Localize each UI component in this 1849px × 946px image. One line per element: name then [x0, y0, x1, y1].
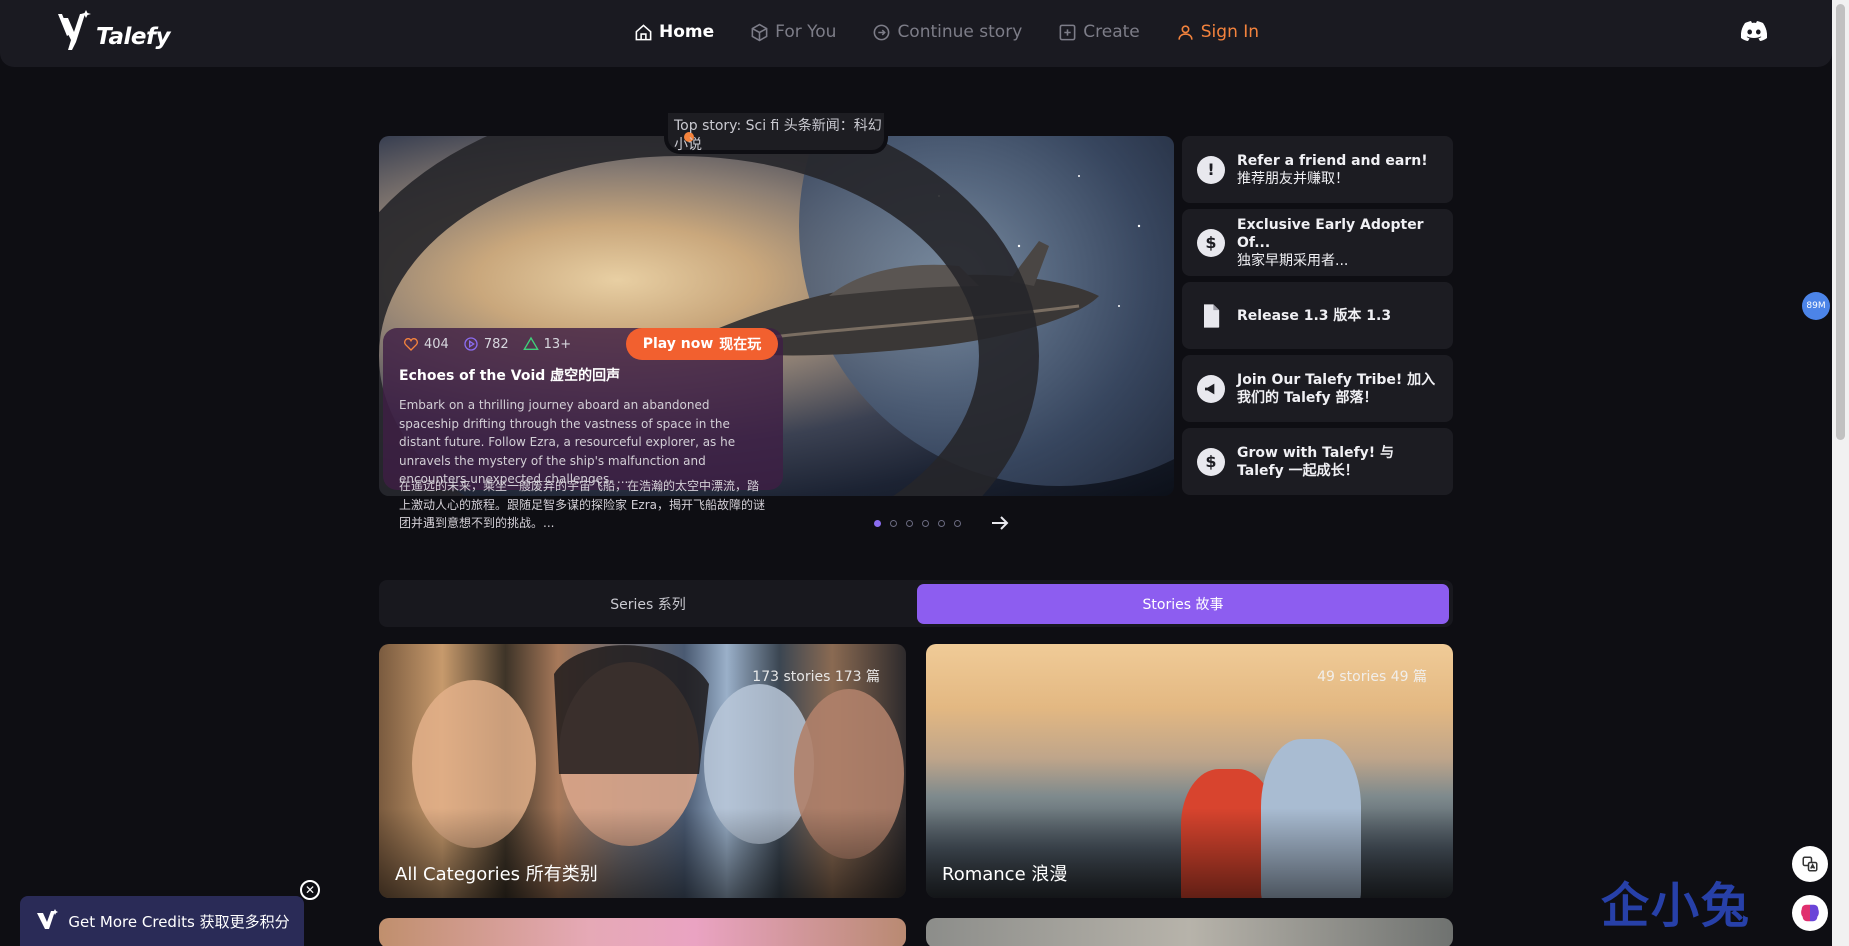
category-card-all[interactable]: 173 stories 173 篇 All Categories 所有类别: [379, 644, 906, 898]
likes-stat: 404: [403, 336, 449, 352]
scrollbar-thumb[interactable]: [1836, 4, 1845, 440]
heart-icon: [404, 337, 418, 351]
carousel-dot-3[interactable]: [906, 520, 913, 527]
tab-series[interactable]: Series 系列: [383, 584, 913, 624]
announcement-text: Grow with Talefy! 与 Talefy 一起成长！: [1237, 444, 1437, 480]
announcement-text: Release 1.3 版本 1.3: [1237, 307, 1437, 325]
close-icon[interactable]: ✕: [300, 880, 320, 900]
plays-stat: 782: [463, 336, 509, 352]
announcement-early-adopter[interactable]: $ Exclusive Early Adopter Of... 独家早期采用者.…: [1182, 209, 1453, 276]
announcements-list: ! Refer a friend and earn! 推荐朋友并赚取！ $ Ex…: [1182, 136, 1453, 501]
plus-square-icon: [1059, 24, 1076, 40]
nav-continue-story[interactable]: Continue story: [872, 22, 1022, 42]
announcement-text: Join Our Talefy Tribe! 加入我们的 Talefy 部落！: [1237, 371, 1437, 407]
nav-sign-in[interactable]: Sign In: [1176, 22, 1259, 42]
card-story-count: 173 stories 173 篇: [752, 669, 880, 685]
box-icon: [751, 23, 768, 41]
rating-stat: 13+: [522, 336, 572, 352]
nav-create-label: Create: [1083, 22, 1140, 42]
main-nav: Home For You Continue story Create Sign …: [634, 0, 1259, 64]
play-now-label: Play now: [642, 336, 714, 352]
nav-home[interactable]: Home: [634, 22, 714, 42]
watermark-text: 企小兔: [1601, 878, 1752, 934]
nav-create[interactable]: Create: [1058, 22, 1140, 42]
arrow-circle-icon: [874, 24, 890, 40]
category-card-partial[interactable]: [379, 918, 906, 946]
carousel-dot-1[interactable]: [874, 520, 881, 527]
announcement-text: Refer a friend and earn! 推荐朋友并赚取！: [1237, 152, 1437, 188]
play-now-button[interactable]: Play now 现在玩: [626, 328, 778, 360]
sparkle-logo-icon: [37, 909, 59, 929]
announcement-title: Release 1.3 版本 1.3: [1237, 307, 1392, 324]
content-tabs: Series 系列 Stories 故事: [379, 580, 1453, 627]
announcement-title: Join Our Talefy Tribe! 加入我们的 Talefy 部落！: [1237, 371, 1436, 406]
page-scrollbar[interactable]: [1832, 0, 1849, 946]
play-now-label-cn: 现在玩: [719, 337, 762, 353]
carousel-dots: [874, 520, 961, 527]
carousel-dot-4[interactable]: [922, 520, 929, 527]
card-category-name: Romance 浪漫: [942, 864, 1068, 885]
likes-count: 404: [424, 336, 449, 352]
translate-icon[interactable]: [1792, 846, 1828, 882]
carousel-dot-5[interactable]: [938, 520, 945, 527]
brain-icon[interactable]: [1792, 895, 1828, 931]
nav-continue-label: Continue story: [897, 22, 1023, 42]
age-rating: 13+: [543, 336, 572, 352]
home-icon: [635, 23, 652, 40]
announcement-text: Exclusive Early Adopter Of... 独家早期采用者...: [1237, 216, 1437, 270]
nav-for-you[interactable]: For You: [750, 22, 836, 42]
nav-home-label: Home: [659, 22, 715, 42]
announcement-title: Exclusive Early Adopter Of...: [1237, 216, 1424, 251]
play-circle-icon: [464, 337, 478, 351]
carousel-dot-2[interactable]: [890, 520, 897, 527]
story-title[interactable]: Echoes of the Void 虚空的回声: [399, 365, 620, 385]
story-description-cn: 在遥远的未来，乘坐一艘废弃的宇宙飞船，在浩瀚的太空中漂流，踏上激动人心的旅程。跟…: [399, 479, 765, 530]
category-card-partial[interactable]: [926, 918, 1453, 946]
carousel-dot-6[interactable]: [954, 520, 961, 527]
dollar-badge-icon: $: [1197, 228, 1225, 257]
nav-for-you-label: For You: [775, 22, 837, 42]
nav-sign-in-label: Sign In: [1200, 22, 1260, 42]
talefy-logo-icon: [58, 10, 91, 50]
card-story-count: 49 stories 49 篇: [1317, 669, 1427, 685]
card-category-name: All Categories 所有类别: [395, 864, 598, 885]
announcement-refer-friend[interactable]: ! Refer a friend and earn! 推荐朋友并赚取！: [1182, 136, 1453, 203]
megaphone-icon: [1197, 374, 1225, 403]
plays-count: 782: [483, 336, 509, 352]
get-credits-label: Get More Credits 获取更多积分: [68, 912, 290, 931]
tab-stories[interactable]: Stories 故事: [917, 584, 1449, 624]
alert-badge-icon: !: [1197, 155, 1225, 184]
dollar-badge-icon: $: [1197, 447, 1225, 476]
top-navbar: Talefy Home For You Continue story Creat…: [0, 0, 1832, 67]
story-stats: 404 782 13+: [403, 336, 571, 352]
document-icon: [1204, 303, 1220, 328]
announcement-grow[interactable]: $ Grow with Talefy! 与 Talefy 一起成长！: [1182, 428, 1453, 495]
announcement-subtitle: 推荐朋友并赚取！: [1237, 170, 1349, 187]
announcement-title: Refer a friend and earn!: [1237, 152, 1428, 169]
announcement-title: Grow with Talefy! 与 Talefy 一起成长！: [1237, 444, 1395, 479]
story-description: Embark on a thrilling journey aboard an …: [399, 398, 736, 486]
talefy-logo[interactable]: Talefy: [54, 10, 170, 52]
get-credits-button[interactable]: Get More Credits 获取更多积分: [20, 896, 304, 946]
brand-name: Talefy: [96, 24, 170, 50]
announcement-release[interactable]: Release 1.3 版本 1.3: [1182, 282, 1453, 349]
announcement-subtitle: 独家早期采用者...: [1237, 252, 1349, 269]
top-story-label: Top story: Sci fi 头条新闻：科幻小说: [674, 118, 882, 153]
top-story-badge: Top story: Sci fi 头条新闻：科幻小说: [664, 113, 888, 154]
user-icon: [1178, 24, 1193, 40]
memory-badge[interactable]: 89M: [1802, 292, 1830, 320]
arrow-right-icon[interactable]: [990, 513, 1010, 533]
category-card-romance[interactable]: 49 stories 49 篇 Romance 浪漫: [926, 644, 1453, 898]
triangle-icon: [522, 336, 539, 350]
announcement-tribe[interactable]: Join Our Talefy Tribe! 加入我们的 Talefy 部落！: [1182, 355, 1453, 422]
discord-icon[interactable]: [1741, 20, 1767, 42]
